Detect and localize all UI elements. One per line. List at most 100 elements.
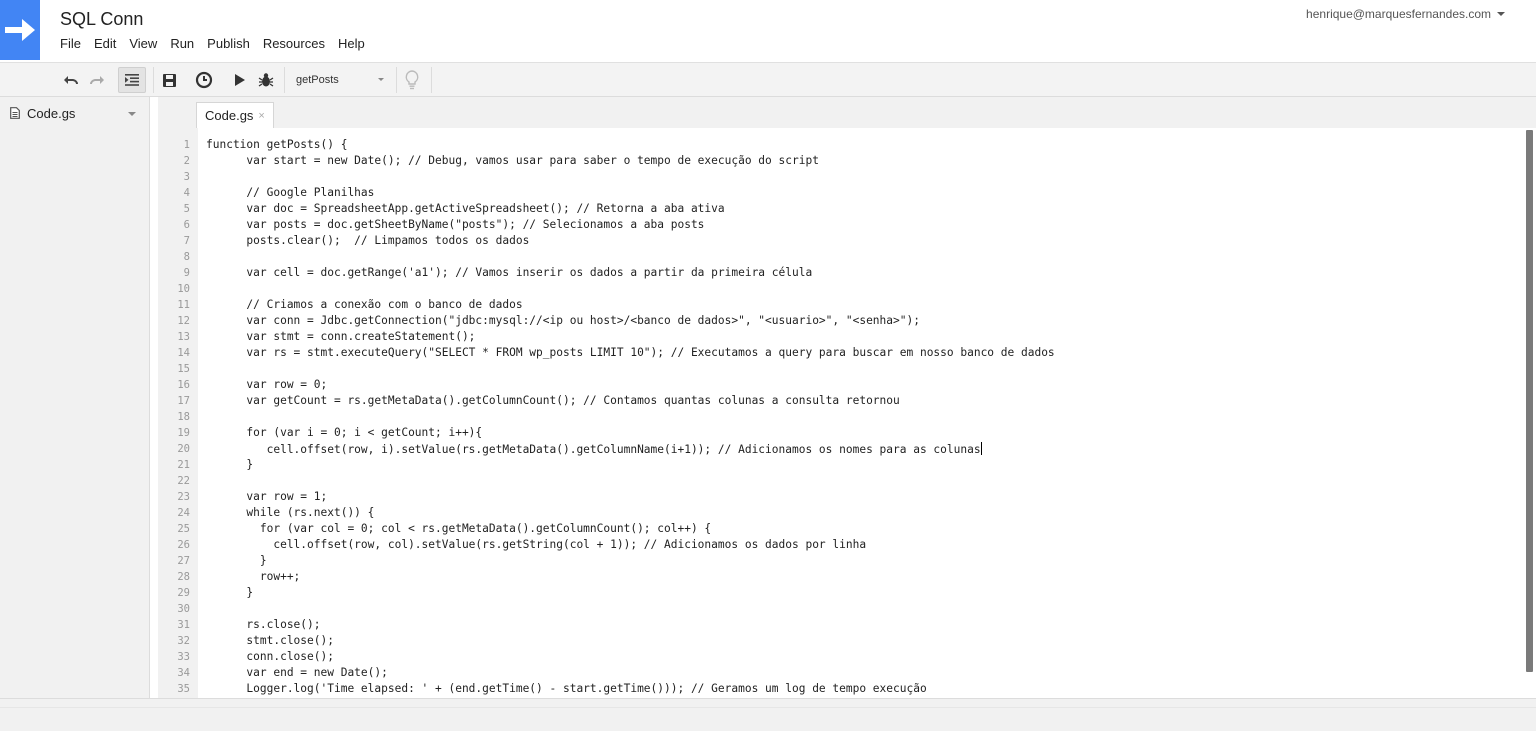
line-number: 2 (183, 155, 190, 167)
line-number: 22 (177, 475, 190, 487)
line-number: 15 (177, 363, 190, 375)
menu-help[interactable]: Help (338, 36, 365, 51)
editor-scrollbar[interactable] (1524, 128, 1536, 698)
code-line: Logger.log('Time elapsed: ' + (end.getTi… (206, 682, 927, 695)
toolbar-divider (431, 67, 432, 93)
function-select[interactable]: getPosts (290, 69, 394, 91)
play-icon (235, 74, 245, 86)
redo-button[interactable] (86, 67, 108, 93)
tab-code-gs[interactable]: Code.gs × (196, 102, 274, 128)
toolbar-divider (153, 67, 154, 93)
code-line: row++; (206, 570, 301, 583)
line-number: 23 (177, 491, 190, 503)
menu-file[interactable]: File (60, 36, 81, 51)
save-icon (162, 73, 176, 87)
line-number: 32 (177, 635, 190, 647)
menu-run[interactable]: Run (170, 36, 194, 51)
text-cursor (980, 442, 982, 455)
line-number: 19 (177, 427, 190, 439)
header: SQL Conn File Edit View Run Publish Reso… (0, 0, 1536, 62)
line-number: 31 (177, 619, 190, 631)
bug-icon (258, 73, 274, 87)
code-line: var end = new Date(); (206, 666, 388, 679)
code-line: cell.offset(row, col).setValue(rs.getStr… (206, 538, 867, 551)
line-number: 13 (177, 331, 190, 343)
code-line: rs.close(); (206, 618, 321, 631)
code-line: function getPosts() { (206, 138, 348, 151)
tab-label: Code.gs (205, 108, 254, 123)
chevron-down-icon (1497, 12, 1505, 16)
line-number: 27 (177, 555, 190, 567)
line-number: 18 (177, 411, 190, 423)
clock-icon (195, 71, 213, 89)
triggers-button[interactable] (192, 67, 216, 93)
file-panel: Code.gs (0, 97, 150, 698)
code-line: for (var i = 0; i < getCount; i++){ (206, 426, 483, 439)
line-number: 21 (177, 459, 190, 471)
line-number: 14 (177, 347, 190, 359)
file-name: Code.gs (27, 105, 76, 121)
code-line: } (206, 586, 254, 599)
line-number: 20 (177, 443, 190, 455)
code-line: var doc = SpreadsheetApp.getActiveSpread… (206, 202, 725, 215)
line-number: 4 (183, 187, 190, 199)
line-number: 16 (177, 379, 190, 391)
project-title[interactable]: SQL Conn (60, 9, 143, 30)
code-line: stmt.close(); (206, 634, 334, 647)
line-number: 35 (177, 683, 190, 695)
code-line: var cell = doc.getRange('a1'); // Vamos … (206, 266, 813, 279)
line-number-gutter: 1 2 3 4 5 6 7 8 9 10 11 12 13 14 15 16 17 18 19 20 21 22 23 24 2… (158, 128, 198, 698)
line-number: 1 (183, 139, 190, 151)
line-number: 34 (177, 667, 190, 679)
chevron-down-icon[interactable] (128, 112, 136, 116)
menu-edit[interactable]: Edit (94, 36, 116, 51)
run-button[interactable] (230, 67, 250, 93)
code-line: // Criamos a conexão com o banco de dado… (206, 298, 523, 311)
line-number: 3 (183, 171, 190, 183)
line-number: 5 (183, 203, 190, 215)
code-line: cell.offset(row, i).setValue(rs.getMetaD… (206, 442, 982, 456)
toolbar-divider (396, 67, 397, 93)
save-button[interactable] (158, 67, 180, 93)
code-line: var row = 1; (206, 490, 328, 503)
function-select-value: getPosts (296, 74, 339, 86)
code-line: var rs = stmt.executeQuery("SELECT * FRO… (206, 346, 1055, 359)
lightbulb-button[interactable] (401, 67, 423, 93)
code-line: var stmt = conn.createStatement(); (206, 330, 476, 343)
undo-button[interactable] (60, 67, 82, 93)
code-editor[interactable]: function getPosts() { var start = new Da… (198, 128, 1536, 698)
menu-resources[interactable]: Resources (263, 36, 325, 51)
code-line: // Google Planilhas (206, 186, 375, 199)
close-icon[interactable]: × (258, 110, 264, 122)
menu-publish[interactable]: Publish (207, 36, 250, 51)
line-number: 24 (177, 507, 190, 519)
line-number: 11 (177, 299, 190, 311)
chevron-down-icon (378, 78, 384, 81)
code-line: var row = 0; (206, 378, 328, 391)
account-menu[interactable]: henrique@marquesfernandes.com (1306, 7, 1505, 21)
menu-view[interactable]: View (129, 36, 157, 51)
line-number: 30 (177, 603, 190, 615)
account-email: henrique@marquesfernandes.com (1306, 7, 1491, 21)
lightbulb-icon (405, 70, 419, 90)
file-icon (10, 107, 20, 119)
indent-toggle-button[interactable] (118, 67, 146, 93)
code-line: posts.clear(); // Limpamos todos os dado… (206, 234, 530, 247)
line-number: 7 (183, 235, 190, 247)
scrollbar-thumb[interactable] (1526, 130, 1533, 672)
apps-script-logo[interactable] (0, 0, 40, 60)
code-line: while (rs.next()) { (206, 506, 375, 519)
code-line: } (206, 554, 267, 567)
toolbar-divider (284, 67, 285, 93)
menu-bar: File Edit View Run Publish Resources Hel… (60, 36, 378, 51)
line-number: 6 (183, 219, 190, 231)
file-item-code-gs[interactable]: Code.gs (0, 101, 150, 125)
debug-button[interactable] (255, 67, 277, 93)
line-number: 29 (177, 587, 190, 599)
line-number: 12 (177, 315, 190, 327)
line-number: 10 (177, 283, 190, 295)
status-bar-divider (0, 707, 1536, 708)
arrow-right-icon (5, 19, 35, 41)
undo-icon (64, 76, 78, 85)
line-number: 25 (177, 523, 190, 535)
